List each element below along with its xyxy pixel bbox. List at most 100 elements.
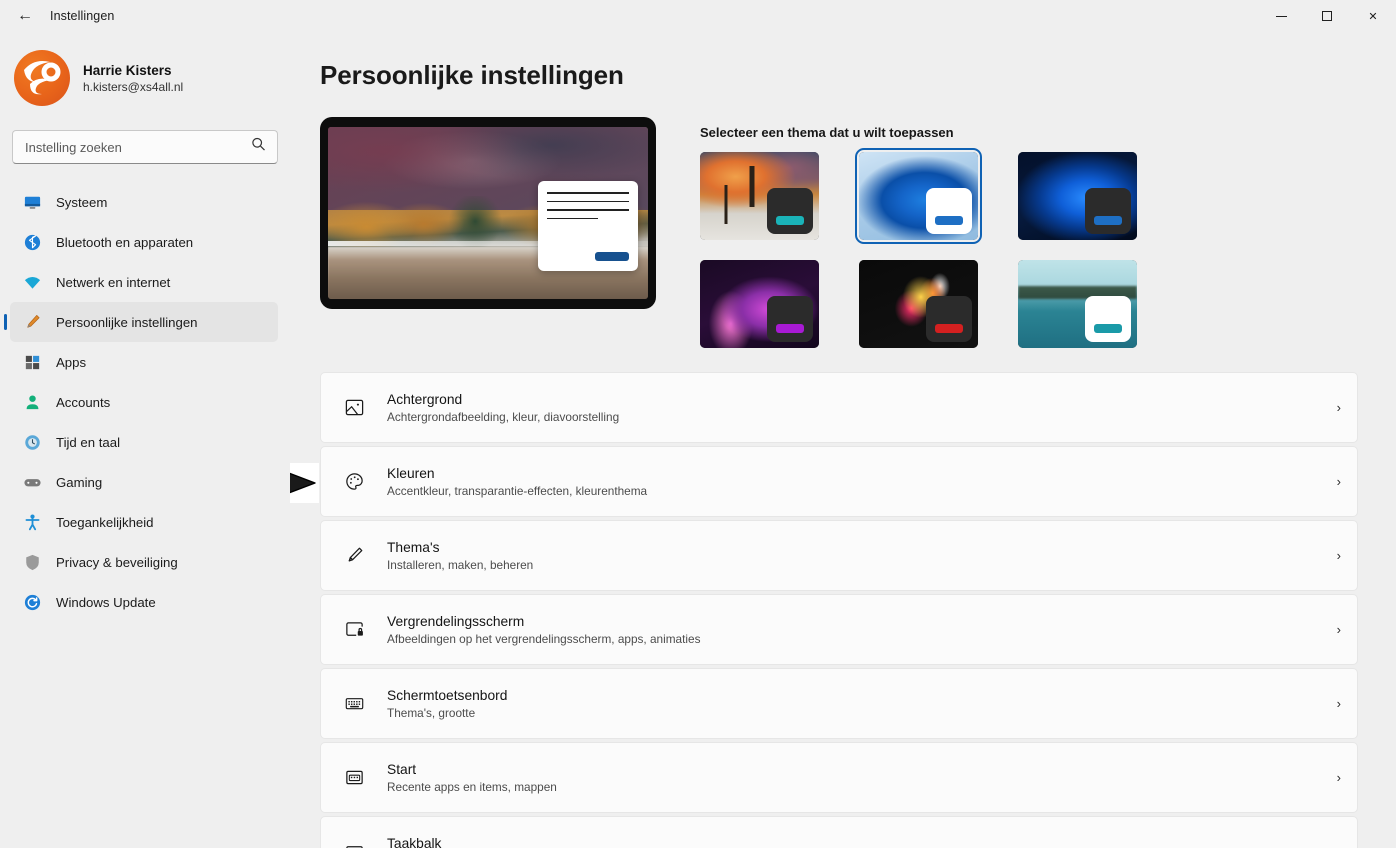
theme-card-flower-dark[interactable] <box>859 260 978 348</box>
preview-screen <box>328 127 648 299</box>
settings-row-title: Thema's <box>387 539 440 555</box>
settings-row-subtitle: Recente apps en items, mappen <box>387 779 557 794</box>
settings-row-text: Vergrendelingsscherm Afbeeldingen op het… <box>387 614 700 646</box>
keyboard-icon <box>339 693 369 714</box>
settings-row-subtitle: Afbeeldingen op het vergrendelingsscherm… <box>387 631 701 646</box>
preview-line <box>547 200 629 203</box>
theme-window-preview <box>767 296 813 342</box>
settings-row-text: Kleuren Accentkleur, transparantie-effec… <box>387 466 647 498</box>
sidebar-item-tijd-en-taal[interactable]: Tijd en taal <box>10 422 278 462</box>
theme-card-windmill-sunset[interactable] <box>700 152 819 240</box>
sidebar-item-persoonlijke-instellingen[interactable]: Persoonlijke instellingen <box>10 302 278 342</box>
theme-accent-bar <box>935 324 963 333</box>
bluetooth-icon <box>22 232 42 252</box>
settings-row-title: Schermtoetsenbord <box>387 687 508 703</box>
sidebar-item-windows-update[interactable]: Windows Update <box>10 582 278 622</box>
sidebar-item-label: Privacy & beveiliging <box>56 554 178 570</box>
chevron-right-icon: › <box>1336 696 1341 711</box>
color-palette-icon <box>339 471 369 492</box>
chevron-right-icon: › <box>1336 770 1341 785</box>
sidebar-item-toegankelijkheid[interactable]: Toegankelijkheid <box>10 502 278 542</box>
back-button[interactable]: ← <box>8 3 42 29</box>
theme-card-purple-glow[interactable] <box>700 260 819 348</box>
gamepad-icon <box>22 472 42 492</box>
settings-row-start[interactable]: Start Recente apps en items, mappen › <box>320 742 1358 813</box>
sidebar-item-label: Accounts <box>56 394 111 410</box>
settings-row-title: Achtergrond <box>387 391 463 407</box>
monitor-icon <box>22 192 42 212</box>
account-block[interactable]: Harrie Kisters h.kisters@xs4all.nl <box>0 32 290 120</box>
settings-row-achtergrond[interactable]: Achtergrond Achtergrondafbeelding, kleur… <box>320 372 1358 443</box>
window-controls: ✕ <box>1258 0 1396 32</box>
search-wrapper <box>0 120 290 170</box>
settings-row-taakbalk[interactable]: Taakbalk Gedrag van taakbalk, systeempin… <box>320 816 1358 848</box>
sidebar-item-systeem[interactable]: Systeem <box>10 182 278 222</box>
picture-icon <box>339 397 369 418</box>
preview-line <box>547 192 629 194</box>
window-title: Instellingen <box>50 9 115 23</box>
sidebar-item-label: Tijd en taal <box>56 434 121 450</box>
settings-row-kleuren[interactable]: Kleuren Accentkleur, transparantie-effec… <box>290 446 1358 517</box>
wifi-icon <box>22 272 42 292</box>
sidebar-item-accounts[interactable]: Accounts <box>10 382 278 422</box>
settings-row-subtitle: Accentkleur, transparantie-effecten, kle… <box>387 483 648 498</box>
sidebar: Harrie Kisters h.kisters@xs4all.nl Syste… <box>0 32 290 848</box>
settings-row-text: Start Recente apps en items, mappen <box>387 762 557 794</box>
avatar <box>14 50 70 106</box>
theme-window-preview <box>767 188 813 234</box>
start-menu-icon <box>339 767 369 788</box>
settings-row-text: Schermtoetsenbord Thema's, grootte <box>387 688 507 720</box>
sidebar-item-label: Toegankelijkheid <box>56 514 154 530</box>
theme-card-lake-mountain[interactable] <box>1018 260 1137 348</box>
chevron-right-icon: › <box>1336 474 1341 489</box>
settings-row-vergrendelingsscherm[interactable]: Vergrendelingsscherm Afbeeldingen op het… <box>320 594 1358 665</box>
title-bar: ← Instellingen ✕ <box>0 0 1396 32</box>
chevron-right-icon: › <box>1336 548 1341 563</box>
theme-window-preview <box>1085 188 1131 234</box>
paintbrush-icon <box>339 545 369 566</box>
sidebar-item-privacy-beveiliging[interactable]: Privacy & beveiliging <box>10 542 278 582</box>
back-arrow-icon: ← <box>17 7 33 24</box>
settings-row-subtitle: Achtergrondafbeelding, kleur, diavoorste… <box>387 409 620 424</box>
settings-row-themas[interactable]: Thema's Installeren, maken, beheren › <box>320 520 1358 591</box>
theme-card-windows-bloom-dark[interactable] <box>1018 152 1137 240</box>
settings-row-title: Vergrendelingsscherm <box>387 613 525 629</box>
close-button[interactable]: ✕ <box>1350 0 1396 32</box>
settings-row-title: Taakbalk <box>387 835 442 848</box>
sidebar-item-label: Persoonlijke instellingen <box>56 314 198 330</box>
settings-row-text: Thema's Installeren, maken, beheren <box>387 540 533 572</box>
minimize-button[interactable] <box>1258 0 1304 32</box>
sidebar-item-apps[interactable]: Apps <box>10 342 278 382</box>
settings-row-subtitle: Installeren, maken, beheren <box>387 557 534 572</box>
settings-row-schermtoetsenbord[interactable]: Schermtoetsenbord Thema's, grootte › <box>320 668 1358 739</box>
theme-picker-label: Selecteer een thema dat u wilt toepassen <box>700 125 954 140</box>
page-title: Persoonlijke instellingen <box>320 60 624 90</box>
sidebar-item-bluetooth[interactable]: Bluetooth en apparaten <box>10 222 278 262</box>
sidebar-item-gaming[interactable]: Gaming <box>10 462 278 502</box>
sidebar-item-label: Netwerk en internet <box>56 274 171 290</box>
settings-row-title: Start <box>387 761 417 777</box>
person-icon <box>22 392 42 412</box>
sidebar-nav: Systeem Bluetooth en apparaten Netwerk e… <box>0 182 290 622</box>
preview-accent-button <box>595 252 629 261</box>
wallpaper-preview-monitor <box>320 117 656 309</box>
theme-card-windows-bloom-light[interactable] <box>855 148 982 244</box>
theme-accent-bar <box>1094 216 1122 225</box>
settings-row-subtitle: Thema's, grootte <box>387 705 476 720</box>
lock-screen-icon <box>339 619 369 640</box>
taskbar-icon <box>339 841 369 848</box>
account-email: h.kisters@xs4all.nl <box>83 79 184 94</box>
paintbrush-icon <box>22 312 42 332</box>
account-name: Harrie Kisters <box>83 62 172 78</box>
main-content: Persoonlijke instellingen Selecteer een … <box>290 32 1396 848</box>
sidebar-item-label: Gaming <box>56 474 103 490</box>
search-input[interactable] <box>12 130 278 164</box>
app-shell: Harrie Kisters h.kisters@xs4all.nl Syste… <box>0 32 1396 848</box>
chevron-right-icon: › <box>1337 844 1341 848</box>
shield-icon <box>22 552 42 572</box>
theme-picker: Selecteer een thema dat u wilt toepassen <box>700 117 1358 348</box>
maximize-button[interactable] <box>1304 0 1350 32</box>
sidebar-item-netwerk[interactable]: Netwerk en internet <box>10 262 278 302</box>
theme-accent-bar <box>776 324 804 333</box>
settings-list: Achtergrond Achtergrondafbeelding, kleur… <box>290 372 1358 848</box>
